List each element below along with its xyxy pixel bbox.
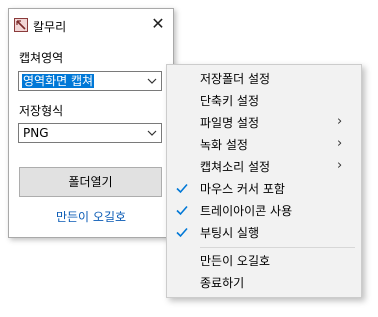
menu-item-hotkey[interactable]: 단축키 설정 [167, 89, 361, 111]
save-format-select[interactable]: PNG [18, 123, 162, 143]
close-icon[interactable]: ✕ [149, 15, 167, 33]
author-link[interactable]: 만든이 오길호 [9, 208, 173, 225]
chevron-right-icon: › [337, 158, 343, 173]
menu-item-label: 캡쳐소리 설정 [200, 160, 271, 174]
checkmark-icon [176, 183, 188, 194]
menu-item-author[interactable]: 만든이 오길호 [167, 249, 361, 271]
menu-item-label: 마우스 커서 포함 [200, 182, 285, 196]
save-format-label: 저장형식 [19, 104, 64, 118]
menu-item-label: 녹화 설정 [200, 138, 248, 152]
menu-item-label: 종료하기 [200, 276, 245, 290]
checkmark-icon [176, 205, 188, 216]
menu-item-label: 단축키 설정 [200, 94, 260, 108]
menu-item-label: 만든이 오길호 [200, 254, 271, 268]
menu-item-label: 파일명 설정 [200, 116, 260, 130]
app-window: 칼무리 ✕ 캡쳐영역 영역화면 캡쳐 저장형식 PNG 폴더열기 만든이 오길호 [8, 8, 174, 238]
checkmark-icon [176, 227, 188, 238]
chevron-right-icon: › [337, 136, 343, 151]
menu-item-exit[interactable]: 종료하기 [167, 271, 361, 293]
menu-separator [200, 247, 355, 248]
menu-item-recording[interactable]: 녹화 설정 › [167, 133, 361, 155]
context-menu: 저장폴더 설정 단축키 설정 파일명 설정 › 녹화 설정 › 캡쳐소리 설정 … [166, 64, 362, 298]
capture-area-value: 영역화면 캡쳐 [22, 74, 95, 88]
menu-item-run-at-boot[interactable]: 부팅시 실행 [167, 221, 361, 243]
menu-item-label: 부팅시 실행 [200, 226, 260, 240]
window-title: 칼무리 [33, 20, 67, 34]
title-bar[interactable]: 칼무리 ✕ [9, 9, 173, 39]
menu-item-include-cursor[interactable]: 마우스 커서 포함 [167, 177, 361, 199]
menu-item-tray-icon[interactable]: 트레이아이콘 사용 [167, 199, 361, 221]
menu-item-label: 저장폴더 설정 [200, 72, 271, 86]
menu-item-label: 트레이아이콘 사용 [200, 204, 293, 218]
menu-item-filename[interactable]: 파일명 설정 › [167, 111, 361, 133]
chevron-right-icon: › [337, 114, 343, 129]
chevron-down-icon [147, 78, 157, 84]
menu-item-save-folder[interactable]: 저장폴더 설정 [167, 67, 361, 89]
chevron-down-icon [147, 130, 157, 136]
capture-area-label: 캡쳐영역 [19, 51, 64, 65]
capture-area-select[interactable]: 영역화면 캡쳐 [18, 71, 162, 91]
save-format-value: PNG [23, 126, 49, 140]
open-folder-button[interactable]: 폴더열기 [19, 167, 162, 197]
app-logo-icon [14, 18, 28, 32]
menu-item-capture-sound[interactable]: 캡쳐소리 설정 › [167, 155, 361, 177]
